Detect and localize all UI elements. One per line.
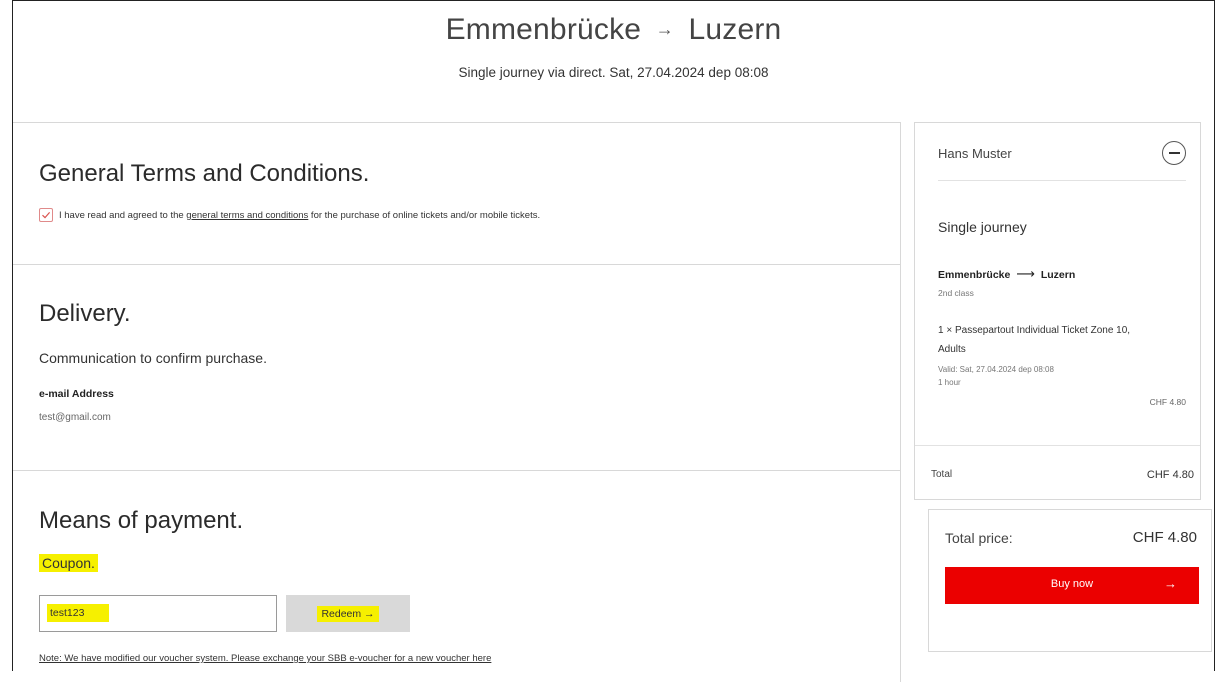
redeem-button[interactable]: Redeem →	[286, 595, 410, 632]
buy-now-button[interactable]: Buy now →	[945, 567, 1199, 604]
order-summary-card: Hans Muster Single journey Emmenbrücke ⟶…	[914, 122, 1201, 500]
ticket-type: Single journey	[938, 219, 1027, 235]
journey-header: Emmenbrücke → Luzern Single journey via …	[13, 1, 1214, 111]
ticket-price: CHF 4.80	[1149, 397, 1186, 407]
ticket-route-to: Luzern	[1040, 269, 1076, 281]
arrow-right-icon: →	[655, 19, 674, 39]
minus-icon	[1168, 152, 1180, 154]
terms-title: General Terms and Conditions.	[39, 160, 370, 187]
payment-title: Means of payment.	[39, 507, 244, 534]
terms-text-before: I have read and agreed to the	[59, 209, 187, 221]
coupon-label: Coupon.	[39, 554, 98, 572]
passenger-name: Hans Muster	[938, 146, 1012, 161]
total-price-value: CHF 4.80	[1132, 529, 1197, 546]
checkmark-icon	[42, 212, 51, 219]
journey-subtitle: Single journey via direct. Sat, 27.04.20…	[458, 65, 769, 80]
ticket-item-line2: Adults	[938, 344, 966, 355]
voucher-note-link[interactable]: Note: We have modified our voucher syste…	[39, 653, 491, 664]
terms-checkbox[interactable]	[39, 208, 53, 222]
terms-row: I have read and agreed to the general te…	[39, 208, 540, 222]
ticket-item: 1 × Passepartout Individual Ticket Zone …	[938, 321, 1178, 359]
payment-section: Means of payment. Coupon. test123 Redeem…	[13, 471, 900, 691]
page-frame: Emmenbrücke → Luzern Single journey via …	[12, 0, 1215, 682]
ticket-validity: Valid: Sat, 27.04.2024 dep 08:08 1 hour	[938, 363, 1054, 389]
total-divider	[915, 445, 1200, 446]
long-arrow-right-icon: ⟶	[1016, 266, 1035, 281]
terms-section: General Terms and Conditions. I have rea…	[13, 123, 900, 265]
ticket-duration: 1 hour	[938, 378, 961, 387]
checkout-card: Total price: CHF 4.80 Buy now →	[928, 509, 1212, 652]
summary-divider	[938, 180, 1186, 181]
total-label: Total	[931, 469, 953, 480]
ticket-item-line1: 1 × Passepartout Individual Ticket Zone …	[938, 325, 1131, 336]
delivery-title: Delivery.	[39, 300, 131, 327]
ticket-valid-date: Valid: Sat, 27.04.2024 dep 08:08	[938, 365, 1054, 374]
total-value: CHF 4.80	[1146, 469, 1194, 481]
total-price-label: Total price:	[945, 530, 1013, 546]
checkout-main: General Terms and Conditions. I have rea…	[13, 122, 901, 682]
arrow-right-icon: →	[1164, 576, 1177, 591]
terms-text-after: for the purchase of online tickets and/o…	[308, 209, 541, 221]
delivery-description: Communication to confirm purchase.	[39, 350, 267, 366]
email-value: test@gmail.com	[39, 412, 111, 423]
redeem-button-label: Redeem →	[317, 605, 379, 622]
ticket-route: Emmenbrücke ⟶ Luzern	[938, 266, 1075, 282]
route-title: Emmenbrücke → Luzern	[13, 13, 1214, 47]
route-to: Luzern	[688, 13, 782, 46]
buy-now-label: Buy now	[1050, 578, 1094, 590]
route-from: Emmenbrücke	[445, 13, 642, 46]
collapse-button[interactable]	[1162, 141, 1186, 165]
coupon-input[interactable]	[39, 595, 277, 632]
terms-link[interactable]: general terms and conditions	[186, 210, 308, 221]
delivery-section: Delivery. Communication to confirm purch…	[13, 265, 900, 471]
email-label: e-mail Address	[39, 388, 114, 400]
ticket-route-from: Emmenbrücke	[938, 269, 1011, 281]
ticket-class: 2nd class	[938, 288, 974, 298]
